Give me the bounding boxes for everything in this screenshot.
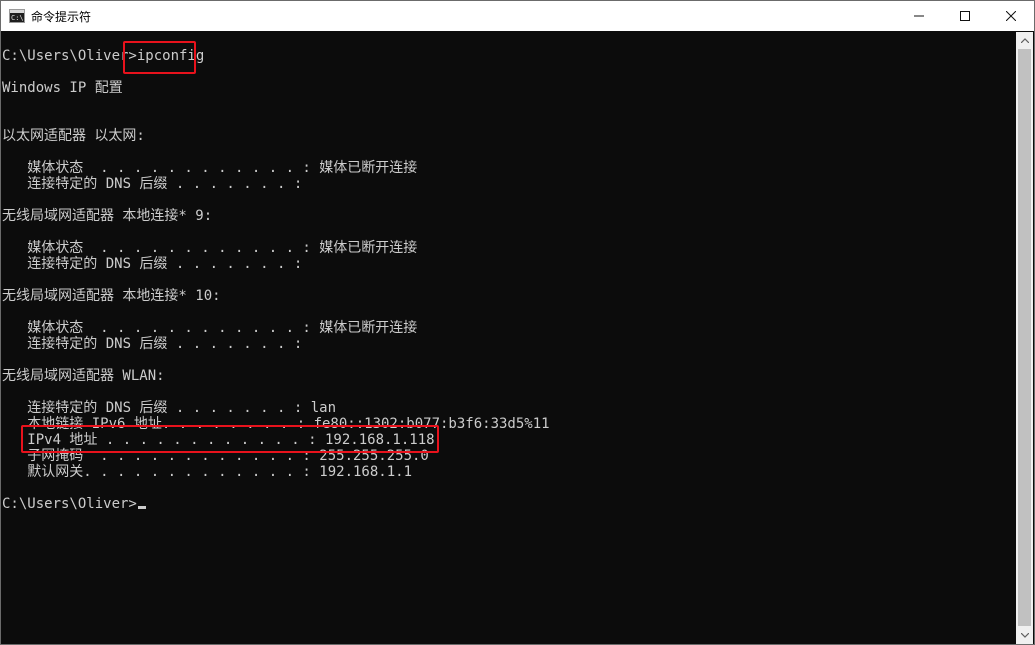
cmd-icon: C:\ [9,9,25,23]
console-line: 连接特定的 DNS 后缀 . . . . . . . : [2,256,303,272]
close-icon [1006,11,1016,21]
window-controls [896,1,1034,31]
console-line: C:\Users\Oliver> [2,496,1017,512]
scroll-up-icon [1020,38,1029,43]
ipv4-address-highlight [21,425,439,453]
console-line: 媒体状态 . . . . . . . . . . . . : 媒体已断开连接 [2,240,418,256]
window-title: 命令提示符 [31,9,92,24]
console-line: 默认网关. . . . . . . . . . . . . : 192.168.… [2,464,413,480]
console-line: 连接特定的 DNS 后缀 . . . . . . . : [2,336,303,352]
vertical-scrollbar[interactable] [1016,32,1033,644]
scroll-up-button[interactable] [1016,32,1033,49]
console-line: 无线局域网适配器 本地连接* 9: [2,208,213,224]
text-cursor [137,506,146,509]
cmd-icon-text: C:\ [11,14,24,22]
scroll-down-button[interactable] [1016,627,1033,644]
console-line: 无线局域网适配器 本地连接* 10: [2,288,221,304]
console-line: Windows IP 配置 [2,80,123,96]
title-bar[interactable]: C:\ 命令提示符 [1,1,1034,31]
close-button[interactable] [988,1,1034,31]
minimize-icon [914,15,924,17]
ipconfig-command-highlight [123,41,196,74]
minimize-button[interactable] [896,1,942,31]
console-line: 以太网适配器 以太网: [2,128,145,144]
maximize-button[interactable] [942,1,988,31]
console-line: 媒体状态 . . . . . . . . . . . . : 媒体已断开连接 [2,320,418,336]
console-output[interactable]: C:\Users\Oliver>ipconfig Windows IP 配置 以太网… [1,32,1017,644]
console-line: 媒体状态 . . . . . . . . . . . . : 媒体已断开连接 [2,160,418,176]
console-line: 连接特定的 DNS 后缀 . . . . . . . : [2,176,303,192]
console-line: 无线局域网适配器 WLAN: [2,368,165,384]
maximize-icon [960,11,970,21]
console-line: 连接特定的 DNS 后缀 . . . . . . . : lan [2,400,337,416]
scroll-thumb[interactable] [1018,49,1031,626]
scroll-down-icon [1020,633,1029,638]
cmd-window: C:\ 命令提示符 C:\Users\Oliver>ipconfig Window… [0,0,1035,645]
